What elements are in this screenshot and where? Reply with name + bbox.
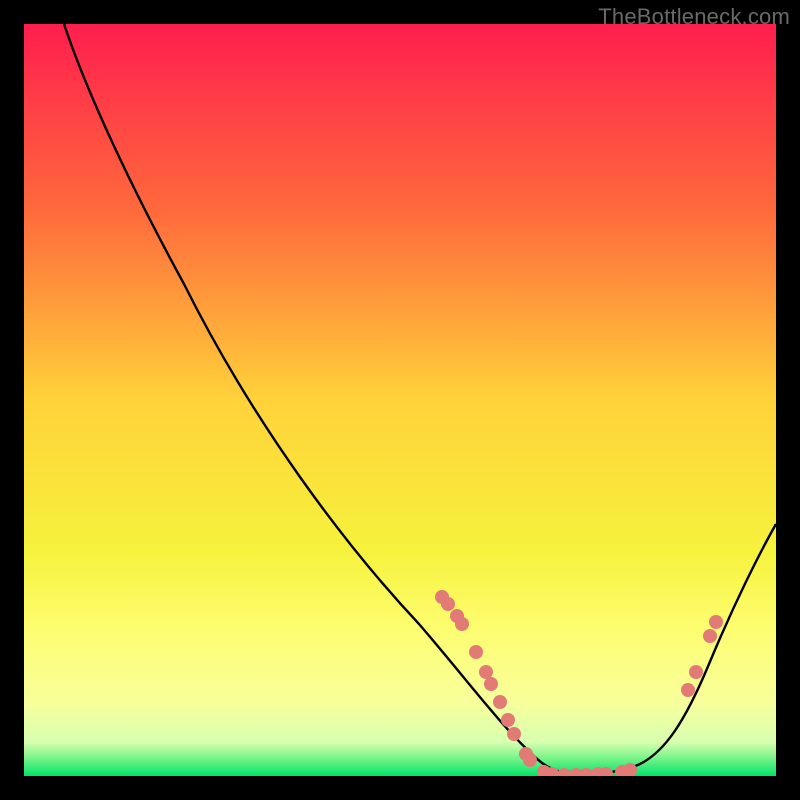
data-marker bbox=[703, 629, 717, 643]
data-marker bbox=[493, 695, 507, 709]
data-marker bbox=[689, 665, 703, 679]
data-marker bbox=[709, 615, 723, 629]
plot-background bbox=[24, 24, 776, 776]
chart-svg bbox=[24, 24, 776, 776]
data-marker bbox=[479, 665, 493, 679]
data-marker bbox=[455, 617, 469, 631]
plot-frame bbox=[24, 24, 776, 776]
data-marker bbox=[501, 713, 515, 727]
data-marker bbox=[523, 753, 537, 767]
watermark-text: TheBottleneck.com bbox=[598, 4, 790, 30]
data-marker bbox=[469, 645, 483, 659]
data-marker bbox=[441, 597, 455, 611]
data-marker bbox=[507, 727, 521, 741]
data-marker bbox=[681, 683, 695, 697]
data-marker bbox=[484, 677, 498, 691]
